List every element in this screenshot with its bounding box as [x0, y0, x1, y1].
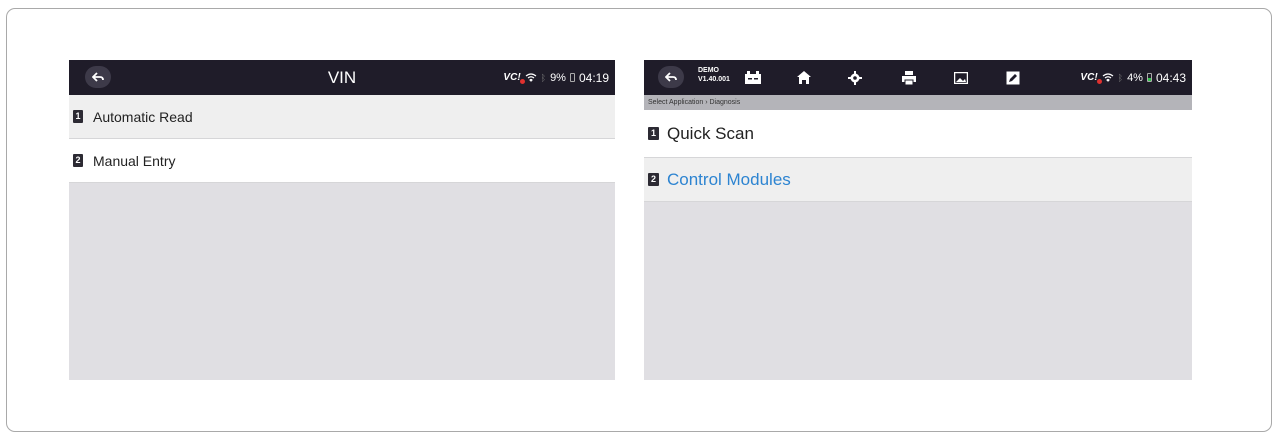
bluetooth-icon: ᛒ: [540, 72, 547, 83]
car-battery-icon: [745, 70, 761, 84]
edit-button[interactable]: [1001, 60, 1025, 95]
list-item-quick-scan[interactable]: 1 Quick Scan: [644, 110, 1192, 158]
wifi-icon: [1102, 73, 1114, 82]
vin-screen: VIN VC! ᛒ 9% 04:19 1 Automatic Read 2 Ma…: [69, 60, 615, 380]
item-label: Automatic Read: [93, 108, 193, 125]
clock: 04:19: [578, 70, 609, 85]
vci-indicator: VC!: [1080, 72, 1102, 84]
item-label: Manual Entry: [93, 152, 176, 169]
item-number: 2: [648, 173, 659, 186]
list-item-manual-entry[interactable]: 2 Manual Entry: [69, 139, 615, 183]
item-number: 2: [73, 154, 83, 167]
item-label: Quick Scan: [667, 123, 754, 143]
item-number: 1: [73, 110, 83, 123]
list-item-control-modules[interactable]: 2 Control Modules: [644, 158, 1192, 202]
clock: 04:43: [1155, 70, 1186, 85]
bluetooth-icon: ᛒ: [1117, 72, 1124, 83]
top-bar: DEMO V1.40.001 VC! ᛒ 4% 04:43: [644, 60, 1192, 95]
top-bar: VIN VC! ᛒ 9% 04:19: [69, 60, 615, 95]
print-button[interactable]: [897, 60, 921, 95]
wifi-icon: [525, 73, 537, 82]
vci-indicator: VC!: [503, 72, 525, 84]
battery-percent: 4%: [1127, 71, 1143, 84]
home-button[interactable]: [792, 60, 816, 95]
image-icon: [954, 71, 968, 84]
breadcrumb: Select Application › Diagnosis: [644, 95, 1192, 110]
list-item-automatic-read[interactable]: 1 Automatic Read: [69, 95, 615, 139]
gear-icon: [848, 70, 862, 85]
back-arrow-icon: [92, 72, 104, 82]
battery-percent: 9%: [550, 71, 566, 84]
screenshot-button[interactable]: [949, 60, 973, 95]
back-button[interactable]: [658, 66, 684, 88]
edit-icon: [1006, 71, 1020, 84]
car-battery-button[interactable]: [741, 60, 765, 95]
back-arrow-icon: [665, 72, 677, 82]
demo-version: DEMO V1.40.001: [698, 67, 730, 83]
battery-icon: [569, 73, 575, 82]
item-label: Control Modules: [667, 169, 791, 189]
back-button[interactable]: [85, 66, 111, 88]
status-area: VC! ᛒ 4% 04:43: [1080, 60, 1186, 95]
status-area: VC! ᛒ 9% 04:19: [503, 60, 609, 95]
battery-icon: [1146, 73, 1152, 82]
settings-button[interactable]: [843, 60, 867, 95]
printer-icon: [902, 70, 916, 85]
home-icon: [797, 71, 811, 84]
item-number: 1: [648, 127, 659, 140]
diagnosis-screen: DEMO V1.40.001 VC! ᛒ 4% 04:43 Select App…: [644, 60, 1192, 380]
